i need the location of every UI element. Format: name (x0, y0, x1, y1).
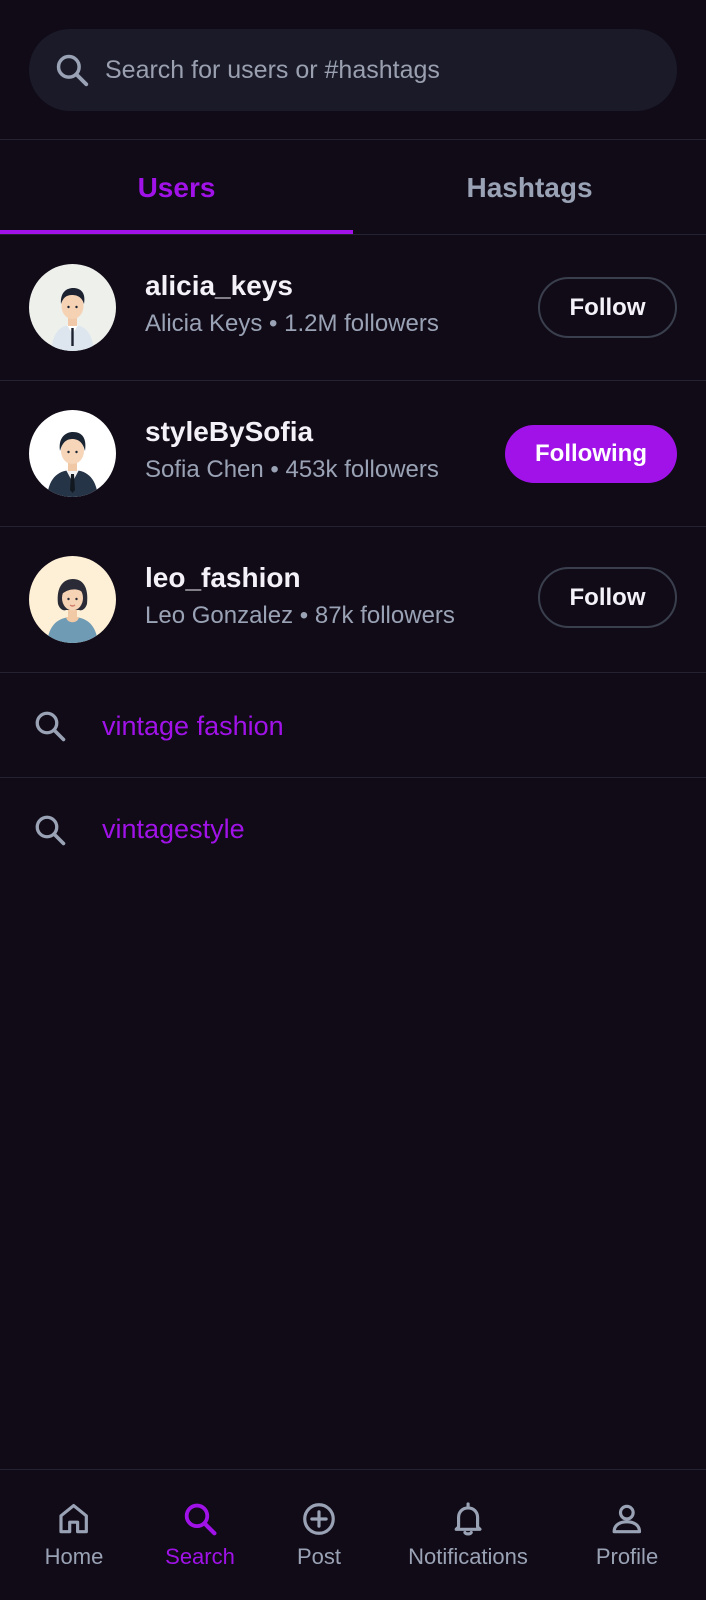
home-icon (59, 1503, 89, 1534)
user-meta: Alicia Keys • 1.2M followers (145, 310, 439, 337)
user-results: alicia_keys Alicia Keys • 1.2M followers… (0, 235, 706, 673)
avatar-man-suit-icon (29, 264, 116, 351)
username[interactable]: styleBySofia (145, 415, 439, 449)
nav-label: Post (296, 1544, 342, 1569)
avatar-man-dark-suit-icon (29, 410, 116, 497)
tab-users[interactable]: Users (0, 142, 353, 234)
nav-notifications[interactable]: Notifications (408, 1500, 528, 1570)
nav-post[interactable]: Post (297, 1500, 341, 1570)
bell-icon (454, 1502, 482, 1536)
user-info: leo_fashion Leo Gonzalez • 87k followers (145, 561, 455, 631)
recent-searches: vintage fashion vintagestyle (0, 675, 706, 881)
recent-search-item[interactable]: vintagestyle (0, 778, 706, 881)
recent-search-label[interactable]: vintagestyle (102, 814, 245, 845)
avatar-woman-icon (29, 556, 116, 643)
avatar[interactable] (29, 410, 116, 497)
user-info: styleBySofia Sofia Chen • 453k followers (145, 415, 439, 485)
nav-label: Notifications (408, 1544, 528, 1569)
nav-profile[interactable]: Profile (596, 1500, 658, 1570)
search-input[interactable] (105, 55, 677, 85)
avatar[interactable] (29, 556, 116, 643)
person-icon (612, 1504, 642, 1534)
nav-label: Home (44, 1544, 104, 1569)
user-info: alicia_keys Alicia Keys • 1.2M followers (145, 269, 439, 339)
avatar[interactable] (29, 264, 116, 351)
recent-search-label[interactable]: vintage fashion (102, 711, 284, 742)
search-icon (184, 1503, 217, 1536)
tab-hashtags[interactable]: Hashtags (353, 142, 706, 234)
search-tabs: Users Hashtags (0, 142, 706, 234)
follow-button[interactable]: Follow (538, 277, 677, 338)
header-divider (0, 139, 706, 140)
search-icon (35, 711, 66, 742)
user-row[interactable]: styleBySofia Sofia Chen • 453k followers… (0, 381, 706, 527)
search-icon (56, 54, 89, 87)
user-row[interactable]: leo_fashion Leo Gonzalez • 87k followers… (0, 527, 706, 673)
nav-search[interactable]: Search (165, 1500, 235, 1570)
nav-home[interactable]: Home (44, 1500, 104, 1570)
search-bar[interactable] (29, 29, 677, 111)
search-screen: Users Hashtags alicia_keys (0, 0, 706, 1600)
username[interactable]: leo_fashion (145, 561, 455, 595)
bottom-nav: Home Search Post Notifications Profile (0, 1469, 706, 1600)
plus-circle-icon (303, 1503, 335, 1535)
recent-search-item[interactable]: vintage fashion (0, 675, 706, 778)
user-meta: Leo Gonzalez • 87k followers (145, 602, 455, 629)
nav-label: Profile (595, 1544, 659, 1569)
follow-button[interactable]: Follow (538, 567, 677, 628)
nav-label: Search (165, 1544, 235, 1569)
username[interactable]: alicia_keys (145, 269, 439, 303)
user-row[interactable]: alicia_keys Alicia Keys • 1.2M followers… (0, 235, 706, 381)
search-icon (35, 815, 66, 845)
user-meta: Sofia Chen • 453k followers (145, 456, 439, 483)
following-button[interactable]: Following (505, 425, 677, 483)
search-bar-container (29, 29, 677, 111)
